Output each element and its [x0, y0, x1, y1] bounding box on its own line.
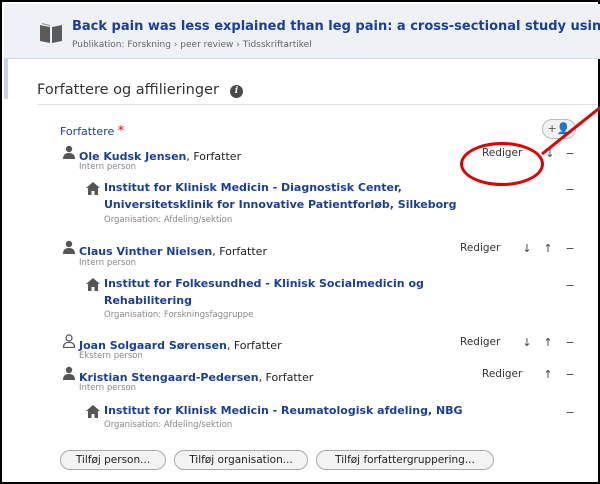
annotation-line: [541, 105, 600, 156]
screenshot-frame: Back pain was less explained than leg pa…: [0, 0, 600, 484]
